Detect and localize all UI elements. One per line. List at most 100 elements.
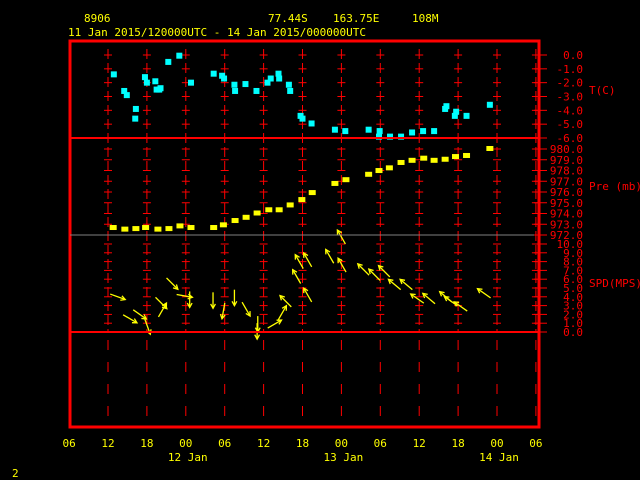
x-tick-label: 18 [140, 437, 153, 450]
pressure-point [452, 154, 460, 160]
latitude: 77.44S [268, 12, 308, 25]
x-tick-label: 00 [179, 437, 192, 450]
wind-arrow-shaft [357, 263, 370, 276]
x-day-label: 13 Jan [324, 451, 364, 464]
temperature-point [110, 71, 117, 78]
wind-arrow [303, 286, 313, 303]
temperature-point [176, 52, 183, 59]
wind-arrow [291, 268, 302, 284]
x-day-label: 12 Jan [168, 451, 208, 464]
temperature-point [232, 87, 239, 94]
wind-arrow [122, 314, 139, 324]
wind-arrow [421, 292, 436, 305]
grid [104, 49, 540, 416]
x-tick-label: 18 [451, 437, 464, 450]
pressure-point [176, 223, 184, 229]
pressure-point [165, 226, 173, 232]
temperature-point [165, 58, 172, 65]
temperature-point [123, 92, 130, 99]
pressure-point [154, 226, 162, 232]
temperature-point [221, 75, 228, 82]
wind-arrow [231, 289, 238, 308]
plot-frame [68, 39, 541, 429]
pressure-point [210, 225, 218, 231]
meteogram: 8906 77.44S 163.75E 108M 11 Jan 2015/120… [12, 12, 640, 480]
pressure-point [109, 225, 117, 231]
temperature-point [287, 87, 294, 94]
wind-arrow [387, 278, 402, 291]
page-number: 2 [12, 467, 19, 480]
temperature-point [451, 112, 458, 119]
temperature-point [141, 74, 148, 81]
elevation: 108M [412, 12, 439, 25]
pressure-point [275, 207, 283, 213]
wind-arrow-shaft [388, 278, 402, 291]
temperature-point [253, 87, 260, 94]
x-tick-label: 06 [62, 437, 75, 450]
temperature-point [420, 128, 427, 135]
temperature-point [463, 112, 470, 119]
y-tick-label: -2.0 [557, 77, 584, 90]
temperature-point [231, 81, 238, 88]
pressure-point [298, 197, 306, 203]
wind-arrow [279, 294, 292, 308]
temperature-point [143, 79, 150, 86]
x-tick-label: 12 [257, 437, 270, 450]
temperature-point [210, 70, 217, 77]
pressure-point [385, 165, 393, 171]
pressure-point [132, 226, 140, 232]
x-tick-label: 06 [374, 437, 387, 450]
temperature-point [132, 105, 139, 112]
wind-arrow [336, 228, 346, 245]
y-tick-label: -5.0 [557, 118, 584, 131]
longitude: 163.75E [333, 12, 379, 25]
pressure-point [430, 157, 438, 163]
pressure-point [441, 156, 449, 162]
y-tick-label: 0.0 [563, 326, 583, 339]
x-tick-label: 12 [101, 437, 114, 450]
wind-arrow-shaft [279, 295, 292, 308]
temperature-point [267, 75, 274, 82]
wind-arrow [476, 287, 491, 299]
pressure-point [420, 155, 428, 161]
x-tick-label: 18 [296, 437, 309, 450]
temperature-point [331, 126, 338, 133]
wind-arrow [303, 251, 313, 268]
temperature-point [376, 128, 383, 135]
temperature-point [242, 81, 249, 88]
pressure-point [463, 152, 471, 158]
temperature-point [342, 128, 349, 135]
x-tick-label: 12 [413, 437, 426, 450]
station-id: 8906 [84, 12, 111, 25]
temperature-point [431, 128, 438, 135]
pressure-point [286, 202, 294, 208]
y-tick-label: 0.0 [563, 49, 583, 62]
temperature-point [409, 129, 416, 136]
temperature-point [187, 79, 194, 86]
y-tick-label: -3.0 [557, 91, 584, 104]
wind-arrow [132, 309, 148, 320]
wind-arrow [267, 319, 283, 329]
x-tick-label: 00 [490, 437, 503, 450]
wind-arrow [109, 293, 127, 301]
wind-arrow [277, 304, 288, 320]
x-tick-label: 06 [218, 437, 231, 450]
pressure-point [253, 210, 261, 216]
temperature-point [276, 75, 283, 82]
temperature-point [156, 86, 163, 93]
period: 11 Jan 2015/120000UTC - 14 Jan 2015/0000… [68, 26, 366, 39]
wind-arrow [325, 248, 335, 264]
pressure-point [375, 168, 383, 174]
temperature-point [299, 115, 306, 122]
x-day-label: 14 Jan [479, 451, 519, 464]
wind-arrow [453, 301, 468, 312]
wind-arrow [241, 301, 251, 318]
wind-arrow-shaft [155, 296, 168, 310]
pressure-point [242, 214, 250, 220]
pressure-point [397, 159, 405, 165]
pressure-point [265, 207, 273, 213]
wind-axis-label: SPD(MPS) [589, 277, 640, 290]
pressure-point [142, 225, 150, 231]
temperature-point [132, 115, 139, 122]
pressure-point [408, 157, 416, 163]
